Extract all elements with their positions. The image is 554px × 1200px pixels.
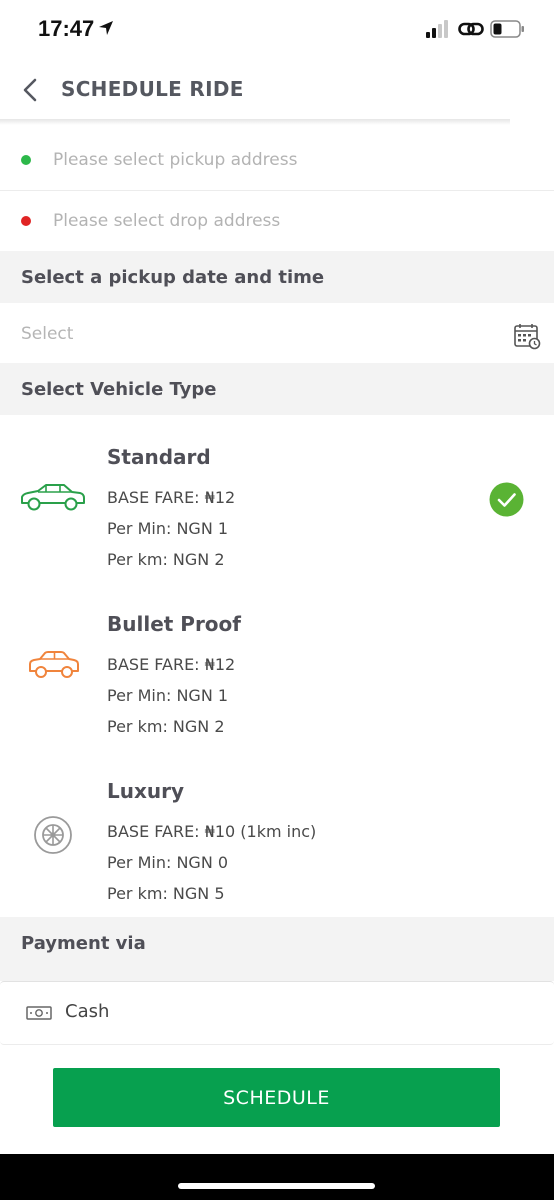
header-shadow xyxy=(0,119,510,125)
app-header: SCHEDULE RIDE xyxy=(0,60,554,120)
home-indicator-area xyxy=(0,1154,554,1200)
vehicle-name: Standard xyxy=(107,445,211,469)
drop-address-field[interactable]: Please select drop address xyxy=(0,191,554,251)
vehicle-base-fare: BASE FARE: ₦12 xyxy=(107,655,236,674)
vehicle-name: Luxury xyxy=(107,779,185,803)
drop-address-placeholder: Please select drop address xyxy=(53,211,281,231)
vehicle-option-luxury[interactable]: Luxury BASE FARE: ₦10 (1km inc) Per Min:… xyxy=(0,749,554,916)
pickup-address-placeholder: Please select pickup address xyxy=(53,150,298,170)
payment-method-label: Cash xyxy=(65,1001,110,1022)
battery-icon xyxy=(490,19,526,43)
drop-dot-icon xyxy=(21,216,31,226)
sedan-car-icon xyxy=(20,483,86,517)
pickup-time-section-title: Select a pickup date and time xyxy=(21,267,325,288)
vehicle-name: Bullet Proof xyxy=(107,612,241,636)
vehicle-per-min: Per Min: NGN 1 xyxy=(107,519,229,538)
status-bar: 17:47 xyxy=(0,0,554,60)
status-time: 17:47 xyxy=(38,16,95,41)
back-arrow-icon[interactable] xyxy=(20,77,42,107)
location-arrow-icon xyxy=(98,20,114,40)
page-title: SCHEDULE RIDE xyxy=(61,77,244,101)
wheel-icon xyxy=(33,815,73,859)
selected-check-icon xyxy=(489,482,524,521)
pickup-dot-icon xyxy=(21,155,31,165)
pickup-date-placeholder: Select xyxy=(21,324,74,344)
calendar-clock-icon[interactable] xyxy=(513,322,541,354)
cash-icon xyxy=(26,1005,52,1025)
payment-section-title: Payment via xyxy=(21,933,146,954)
vehicle-per-min: Per Min: NGN 0 xyxy=(107,853,229,872)
schedule-button[interactable]: SCHEDULE xyxy=(53,1068,500,1127)
pickup-date-time-field[interactable]: Select xyxy=(0,303,554,363)
home-indicator[interactable] xyxy=(178,1183,375,1189)
vehicle-base-fare: BASE FARE: ₦10 (1km inc) xyxy=(107,822,317,841)
link-icon xyxy=(458,19,484,43)
car-icon xyxy=(28,650,80,684)
vehicle-section-header: Select Vehicle Type xyxy=(0,363,554,415)
vehicle-per-km: Per km: NGN 5 xyxy=(107,884,225,903)
vehicle-section-title: Select Vehicle Type xyxy=(21,379,217,400)
pickup-time-section-header: Select a pickup date and time xyxy=(0,251,554,303)
vehicle-option-standard[interactable]: Standard BASE FARE: ₦12 Per Min: NGN 1 P… xyxy=(0,415,554,583)
vehicle-per-km: Per km: NGN 2 xyxy=(107,717,225,736)
vehicle-base-fare: BASE FARE: ₦12 xyxy=(107,488,236,507)
payment-section-header: Payment via xyxy=(0,917,554,981)
vehicle-per-km: Per km: NGN 2 xyxy=(107,550,225,569)
signal-icon xyxy=(426,20,450,42)
payment-method-selector[interactable]: Cash xyxy=(0,981,554,1045)
vehicle-per-min: Per Min: NGN 1 xyxy=(107,686,229,705)
vehicle-option-bullet-proof[interactable]: Bullet Proof BASE FARE: ₦12 Per Min: NGN… xyxy=(0,582,554,750)
pickup-address-field[interactable]: Please select pickup address xyxy=(0,130,554,190)
